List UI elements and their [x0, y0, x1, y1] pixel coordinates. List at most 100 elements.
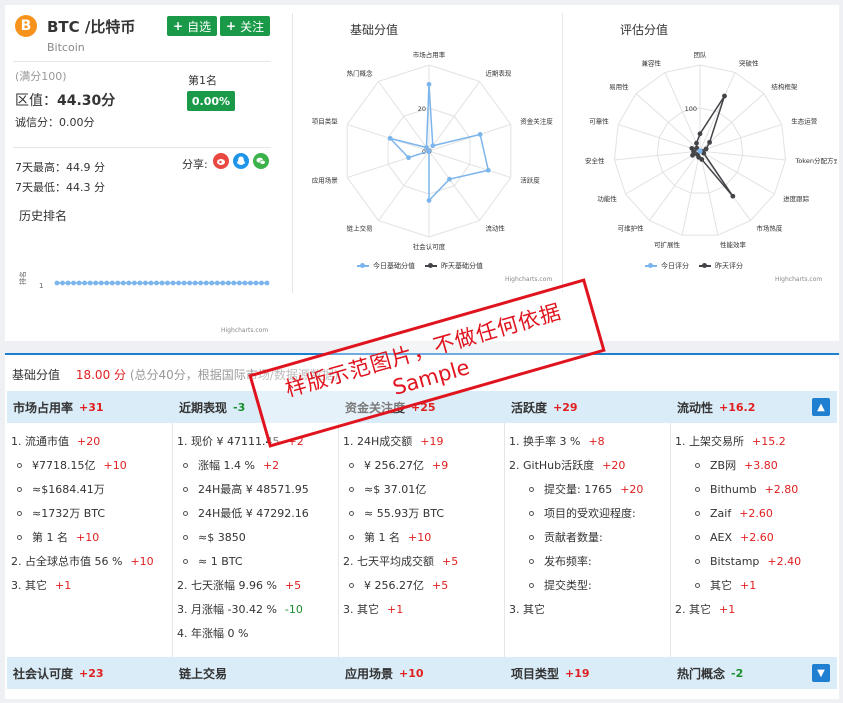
radar-axis-label: 市场占用率 [413, 50, 446, 59]
add-watchlist-button[interactable]: + 自选 [167, 16, 218, 36]
score-column-header[interactable]: 市场占用率 +31 [7, 391, 173, 423]
radar-point[interactable] [694, 140, 699, 146]
rank-point[interactable] [60, 280, 65, 286]
radar-point[interactable] [424, 145, 429, 150]
score-column-body: 1. 现价 ¥ 47111.45 +2 涨幅 1.4 % +2 24H最高 ¥ … [173, 423, 339, 645]
radar-axis-label: 兼容性 [641, 58, 661, 67]
score-item-value: +20 [77, 434, 101, 448]
score-item: 2. 其它 +1 [671, 597, 837, 621]
rank-point[interactable] [115, 280, 121, 286]
rank-point[interactable] [192, 280, 198, 286]
rank-point[interactable] [159, 280, 165, 286]
rank-point[interactable] [253, 280, 259, 286]
expand-toggle-button[interactable]: ▼ [812, 664, 830, 682]
rank-point[interactable] [131, 280, 137, 286]
radar-point[interactable] [697, 131, 703, 137]
score-item: 3. 其它 +1 [339, 597, 505, 621]
bullet-icon [349, 486, 354, 492]
rank-point[interactable] [187, 280, 193, 286]
rank-point[interactable] [220, 280, 226, 286]
rank-point[interactable] [259, 280, 264, 286]
rank-point[interactable] [198, 280, 204, 286]
radar-spoke [378, 81, 430, 152]
bullet-icon [529, 582, 534, 588]
score-column-header[interactable]: 活跃度 +29 [505, 391, 671, 423]
rank-point[interactable] [87, 280, 93, 286]
radar-point[interactable] [406, 155, 411, 161]
bullet-icon [183, 462, 188, 468]
rank-point[interactable] [203, 280, 209, 286]
score-footer-header[interactable]: 应用场景 +10 [339, 657, 505, 689]
rank-point[interactable] [181, 280, 187, 286]
rank-point[interactable] [248, 280, 253, 286]
rank-point[interactable] [104, 280, 110, 286]
rank-point[interactable] [209, 280, 215, 286]
rank-point[interactable] [76, 280, 82, 286]
score-footer-header[interactable]: 链上交易 [173, 657, 339, 689]
radar-point[interactable] [689, 145, 695, 151]
radar-point[interactable] [426, 81, 432, 87]
radar-point[interactable] [697, 148, 703, 154]
weibo-icon[interactable] [213, 153, 229, 169]
rank-point[interactable] [154, 280, 159, 286]
rank-point[interactable] [242, 280, 248, 286]
rank-point[interactable] [120, 280, 126, 286]
rank-point[interactable] [225, 280, 231, 286]
legend-today[interactable]: 今日评分 [661, 261, 689, 271]
radar-axis-label: 可扩展性 [654, 240, 681, 249]
rank-point[interactable] [93, 280, 99, 286]
history-rank-title: 历史排名 [19, 209, 68, 223]
rank-point[interactable] [71, 280, 76, 286]
rank-axis-label: 排名 [19, 271, 27, 285]
radar-point[interactable] [430, 143, 436, 149]
rank-point[interactable] [126, 280, 132, 286]
rank-point[interactable] [176, 280, 181, 286]
score-item: 第 1 名 +10 [7, 525, 173, 549]
radar-point[interactable] [447, 176, 452, 182]
score-item-value: +1 [55, 578, 72, 592]
rank-point[interactable] [214, 280, 220, 286]
legend-today[interactable]: 今日基础分值 [373, 261, 415, 271]
legend-yesterday[interactable]: 昨天基础分值 [441, 261, 483, 271]
rank-point[interactable] [143, 280, 148, 286]
radar-point[interactable] [485, 167, 491, 173]
score-item-value: +20 [602, 458, 626, 472]
radar-point[interactable] [722, 93, 727, 99]
qq-icon[interactable] [233, 153, 249, 169]
score-footer-header[interactable]: 项目类型 +19 [505, 657, 671, 689]
score-item: 3. 其它 [505, 597, 671, 621]
rank-point[interactable] [82, 280, 88, 286]
rank-point[interactable] [264, 280, 270, 286]
score-column-value: +16.2 [719, 400, 756, 414]
rank-point[interactable] [165, 280, 170, 286]
rank-point[interactable] [137, 280, 143, 286]
radar-point[interactable] [477, 131, 483, 137]
radar-axis-label: 热门概念 [347, 68, 374, 77]
rank-point[interactable] [109, 280, 115, 286]
rank-point[interactable] [54, 280, 60, 286]
radar-point[interactable] [707, 139, 712, 145]
score-footer-header[interactable]: 社会认可度 +23 [7, 657, 173, 689]
follow-button[interactable]: + 关注 [220, 16, 271, 36]
score-column-body: 1. 上架交易所 +15.2 ZB网 +3.80 Bithumb +2.80 Z… [671, 423, 837, 621]
rank-point[interactable] [236, 280, 242, 286]
score-column-value: +29 [553, 400, 578, 414]
rank-point[interactable] [148, 280, 154, 286]
radar-point[interactable] [730, 193, 736, 199]
score-item-value: -10 [284, 602, 303, 616]
collapse-toggle-button[interactable]: ▲ [812, 398, 830, 416]
score-item-value: +9 [431, 458, 449, 472]
radar-point[interactable] [387, 135, 393, 141]
score-item-value: +1 [740, 578, 757, 592]
rank-point[interactable] [170, 280, 176, 286]
rank-point[interactable] [65, 280, 71, 286]
score-item-value: +3.80 [744, 458, 778, 472]
wechat-icon[interactable] [253, 153, 269, 169]
radar-point[interactable] [426, 198, 432, 203]
rank-tick-label: 1 [39, 282, 43, 290]
legend-yesterday[interactable]: 昨天评分 [715, 261, 743, 271]
rank-point[interactable] [231, 280, 237, 286]
score-item: 提交量: 1765 +20 [505, 477, 671, 501]
rank-point[interactable] [98, 280, 104, 286]
score-value: 44.30分 [57, 93, 116, 109]
